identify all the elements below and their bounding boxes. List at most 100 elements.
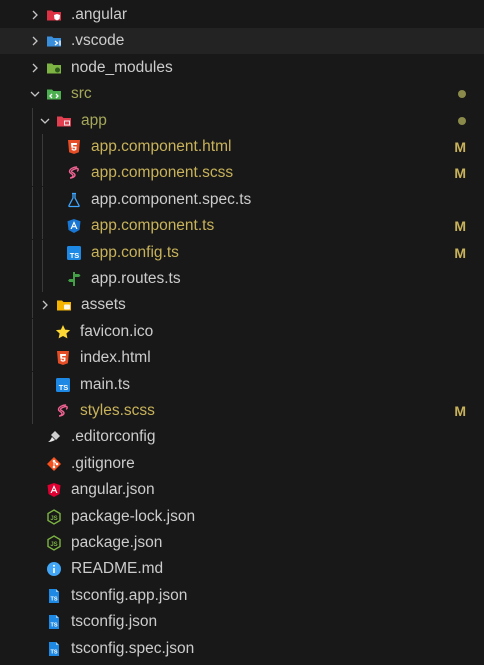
svg-text:TS: TS: [50, 623, 57, 629]
nodejs-icon: JS: [46, 508, 62, 525]
tree-file-index-html[interactable]: index.html: [0, 345, 484, 372]
tree-file-gitignore[interactable]: .gitignore: [0, 451, 484, 477]
tree-file-main-ts[interactable]: TS main.ts: [0, 371, 484, 398]
tree-item-label: .vscode: [71, 32, 125, 50]
tree-item-label: node_modules: [71, 58, 173, 76]
tree-item-label: main.ts: [80, 375, 130, 393]
chevron-right-icon[interactable]: [37, 292, 53, 318]
tree-item-label: app.config.ts: [91, 243, 179, 261]
tree-file-app-component-scss[interactable]: app.component.scss M: [0, 160, 484, 187]
info-icon: [46, 561, 62, 577]
routing-icon: [66, 271, 82, 287]
git-modified-badge: M: [454, 165, 466, 182]
indent-guide: [32, 266, 33, 292]
git-modified-badge: M: [454, 139, 466, 155]
indent-guide: [32, 160, 33, 187]
app-folder-icon: [56, 113, 72, 129]
tree-item-label: assets: [81, 296, 126, 314]
assets-folder-icon: [56, 297, 72, 313]
chevron-right-icon[interactable]: [27, 28, 43, 54]
indent-guide: [32, 345, 33, 372]
chevron-down-icon[interactable]: [37, 108, 53, 134]
indent-guide: [42, 266, 43, 292]
tree-item-label: app.component.html: [91, 138, 232, 155]
tree-item-label: .gitignore: [71, 454, 135, 472]
tree-file-tsconfig-spec-json[interactable]: TS tsconfig.spec.json: [0, 636, 484, 662]
chevron-right-icon[interactable]: [27, 2, 43, 28]
tree-file-app-component-ts[interactable]: app.component.ts M: [0, 213, 484, 240]
html5-icon: [66, 139, 82, 155]
indent-guide: [32, 292, 33, 319]
tree-item-label: index.html: [80, 349, 151, 367]
svg-text:TS: TS: [70, 251, 80, 260]
tree-file-tsconfig-json[interactable]: TS tsconfig.json: [0, 609, 484, 635]
tree-item-label: app.component.spec.ts: [91, 190, 252, 208]
tree-folder-assets[interactable]: assets: [0, 292, 484, 319]
tree-file-app-routes-ts[interactable]: app.routes.ts: [0, 266, 484, 292]
tsconfig-icon: TS: [46, 641, 62, 657]
indent-guide: [42, 134, 43, 160]
indent-guide: [42, 213, 43, 240]
git-modified-badge: M: [454, 218, 466, 235]
indent-guide: [32, 239, 33, 266]
angular-component-icon: [66, 218, 82, 234]
tree-file-editorconfig[interactable]: .editorconfig: [0, 424, 484, 450]
git-modified-badge: M: [454, 403, 466, 419]
tree-folder-app[interactable]: app: [0, 107, 484, 134]
tree-file-readme-md[interactable]: README.md: [0, 556, 484, 582]
typescript-icon: TS: [55, 377, 71, 393]
tsconfig-icon: TS: [46, 614, 62, 630]
svg-text:JS: JS: [50, 516, 57, 522]
svg-text:TS: TS: [50, 596, 57, 602]
indent-guide: [32, 186, 33, 213]
tsconfig-icon: TS: [46, 588, 62, 604]
indent-guide: [42, 160, 43, 187]
indent-guide: [32, 371, 33, 398]
tree-file-app-config-ts[interactable]: TS app.config.ts M: [0, 239, 484, 266]
tree-file-favicon-ico[interactable]: favicon.ico: [0, 318, 484, 345]
tree-item-label: app.routes.ts: [91, 270, 181, 287]
svg-text:JS: JS: [50, 542, 57, 548]
sass-icon: [55, 403, 71, 419]
tree-item-label: package-lock.json: [71, 507, 196, 525]
indent-guide: [42, 239, 43, 266]
tree-item-label: package.json: [71, 534, 163, 551]
indent-guide: [32, 318, 33, 345]
indent-guide: [42, 186, 43, 213]
indent-guide: [32, 134, 33, 160]
tree-file-app-component-spec-ts[interactable]: app.component.spec.ts: [0, 186, 484, 213]
tree-item-label: .angular: [71, 6, 128, 23]
tree-folder-node-modules[interactable]: node_modules: [0, 55, 484, 81]
tree-file-package-json[interactable]: JS package.json: [0, 530, 484, 556]
test-flask-icon: [66, 192, 82, 208]
tree-folder-vscode[interactable]: .vscode: [0, 28, 484, 55]
tree-item-label: app.component.ts: [91, 217, 215, 235]
tree-item-label: angular.json: [71, 481, 155, 499]
tree-item-label: styles.scss: [80, 402, 155, 419]
file-explorer: .angular .vscode node_modulessrc app app.com…: [0, 0, 484, 665]
tree-folder-angular[interactable]: .angular: [0, 2, 484, 28]
tree-folder-src[interactable]: src: [0, 81, 484, 107]
tree-item-label: app.component.scss: [91, 164, 234, 182]
tree-item-label: tsconfig.app.json: [71, 586, 188, 604]
tree-item-label: favicon.ico: [80, 322, 154, 340]
tree-file-tsconfig-app-json[interactable]: TS tsconfig.app.json: [0, 583, 484, 609]
tree-item-label: tsconfig.spec.json: [71, 639, 195, 657]
indent-guide: [32, 213, 33, 240]
angular-icon: [46, 482, 62, 498]
star-icon: [55, 324, 71, 340]
tree-file-app-component-html[interactable]: app.component.html M: [0, 134, 484, 160]
git-modified-badge: M: [454, 244, 466, 261]
tree-item-label: app: [81, 111, 107, 129]
chevron-right-icon[interactable]: [27, 55, 43, 81]
tree-file-styles-scss[interactable]: styles.scss M: [0, 398, 484, 424]
tree-item-label: tsconfig.json: [71, 613, 158, 631]
html5-icon: [55, 350, 71, 366]
tree-file-angular-json[interactable]: angular.json: [0, 477, 484, 503]
svg-text:TS: TS: [50, 649, 57, 655]
git-changes-dot: [458, 90, 466, 99]
typescript-icon: TS: [66, 245, 82, 261]
indent-guide: [32, 398, 33, 424]
chevron-down-icon[interactable]: [27, 81, 43, 107]
tree-file-package-lock-json[interactable]: JS package-lock.json: [0, 504, 484, 530]
